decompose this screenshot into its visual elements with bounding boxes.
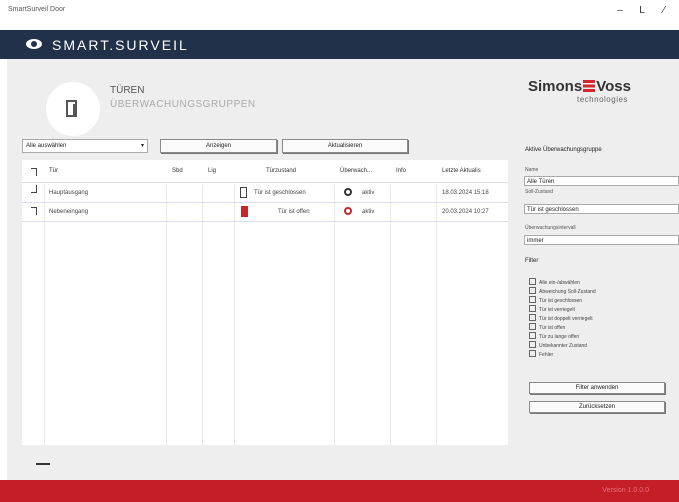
filter-label: Tür ist geschlossen (539, 298, 583, 304)
col-header-ueberwachung[interactable]: Überwach... (340, 168, 372, 174)
logo-part1: Simons (528, 78, 583, 95)
row-divider (22, 221, 508, 222)
filter-label: Alle ein-/abwählen (539, 280, 580, 286)
col-header-letzte[interactable]: Letzte Aktualis (442, 168, 481, 174)
checkbox-icon (529, 332, 536, 339)
simonsvoss-logo: Simons Voss (528, 78, 631, 95)
door-tile[interactable] (46, 82, 100, 136)
checkbox-icon (529, 305, 536, 312)
window-title: SmartSurveil Door (8, 6, 66, 13)
filter-checkbox[interactable]: Abweichung Soll-Zustand (529, 287, 596, 295)
filter-label: Tür ist doppelt verriegelt (539, 316, 593, 322)
chevron-down-icon: ▾ (140, 143, 144, 149)
interval-select[interactable]: immer (524, 235, 679, 245)
filter-checkbox[interactable]: Tür ist geschlossen (529, 296, 582, 304)
logo-subtitle: technologies (577, 95, 628, 104)
row-divider (22, 202, 508, 203)
last-update: 20.03.2024 10:27 (442, 209, 489, 215)
filter-label: Filter (525, 258, 539, 264)
checkbox-icon (529, 350, 536, 357)
filter-checkbox[interactable]: Tür ist offen (529, 323, 565, 331)
brand-name: SMART.SURVEIL (52, 37, 189, 53)
filter-label: Tür ist offen (539, 325, 566, 331)
version-text: Version 1.0.0.0 (602, 487, 649, 494)
column-divider (436, 185, 437, 445)
filter-checkbox[interactable]: Alle ein-/abwählen (529, 278, 580, 286)
panel-title: Aktive Überwachungsgruppe (525, 147, 602, 153)
col-header-status[interactable]: Türzustand (266, 168, 296, 174)
filter-label: Tür zu lange offen (539, 334, 580, 340)
checkbox-icon (529, 278, 536, 285)
filter-checkbox[interactable]: Tür zu lange offen (529, 332, 579, 340)
logo-mark-icon (583, 80, 596, 92)
checkbox-icon (529, 341, 536, 348)
group-select-value: Alle auswählen (26, 143, 67, 149)
status-label: Soll-Zustand (525, 189, 554, 195)
section-title: TÜREN (110, 85, 145, 96)
logo-part2: Voss (596, 78, 631, 95)
header-select-icon[interactable] (31, 168, 37, 176)
row-select-icon[interactable] (31, 185, 37, 193)
reset-filter-button[interactable]: Zurücksetzen (529, 401, 665, 413)
checkbox-icon (529, 296, 536, 303)
checkbox-icon (529, 323, 536, 330)
column-divider (234, 185, 235, 445)
filter-checkbox[interactable]: Unbekannter Zustand (529, 341, 587, 349)
monitoring-status: aktiv (362, 209, 375, 215)
status-select[interactable]: Tür ist geschlossen (524, 204, 679, 214)
doors-table: Tür Sbd Lig Türzustand Überwach... Info … (22, 160, 508, 445)
col-header-info[interactable]: Info (396, 168, 406, 174)
column-divider (44, 185, 45, 445)
door-status-text: Tür ist geschlossen (254, 190, 306, 196)
filter-label: Tür ist verriegelt (539, 307, 575, 313)
ring-icon (344, 188, 352, 196)
filter-checkbox[interactable]: Tür ist verriegelt (529, 305, 575, 313)
checkbox-icon (529, 314, 536, 321)
interval-label: Überwachungsintervall (525, 225, 576, 231)
col-header-sbd[interactable]: Sbd (172, 168, 183, 174)
col-header-lig[interactable]: Lig (208, 168, 216, 174)
row-select-icon[interactable] (31, 207, 37, 215)
collapse-handle[interactable] (36, 463, 50, 465)
group-select[interactable]: Alle auswählen ▾ (22, 139, 148, 153)
footer-bar: Version 1.0.0.0 (0, 480, 679, 502)
minimize-button[interactable]: – (612, 4, 628, 18)
column-divider (202, 185, 203, 445)
monitoring-status: aktiv (362, 190, 375, 196)
apply-filter-button[interactable]: Filter anwenden (529, 382, 665, 394)
col-header-tuer[interactable]: Tür (49, 168, 58, 174)
brand-bar: SMART.SURVEIL (0, 30, 679, 59)
column-divider (166, 185, 167, 445)
door-closed-icon (240, 187, 247, 198)
refresh-button[interactable]: Aktualisieren (282, 139, 408, 153)
filter-label: Unbekannter Zustand (539, 343, 588, 349)
name-select-value: Alle Türen (527, 179, 555, 185)
ring-icon (344, 207, 352, 215)
status-select-value: Tür ist geschlossen (527, 207, 579, 213)
checkbox-icon (529, 287, 536, 294)
door-open-icon (241, 206, 248, 217)
interval-select-value: immer (527, 238, 544, 244)
maximize-button[interactable]: L (634, 4, 650, 18)
close-button[interactable]: ⁄ (656, 4, 672, 18)
filter-label: Abweichung Soll-Zustand (539, 289, 596, 295)
door-status-text: Tür ist offen (278, 209, 310, 215)
show-button[interactable]: Anzeigen (160, 139, 277, 153)
column-divider (390, 185, 391, 445)
eye-icon (26, 39, 42, 49)
section-subtitle[interactable]: ÜBERWACHUNGSGRUPPEN (110, 99, 256, 110)
name-label: Name (525, 167, 539, 173)
door-name[interactable]: Hauptausgang (49, 190, 88, 196)
title-bar: SmartSurveil Door – L ⁄ (0, 0, 679, 24)
header-divider (22, 182, 508, 183)
name-select[interactable]: Alle Türen (524, 176, 679, 186)
filter-label: Fehler (539, 352, 554, 358)
column-divider (334, 185, 335, 445)
last-update: 18.03.2024 15:18 (442, 190, 489, 196)
door-name[interactable]: Nebeneingang (49, 209, 88, 215)
door-icon (66, 100, 77, 117)
filter-checkbox[interactable]: Fehler (529, 350, 553, 358)
filter-checkbox[interactable]: Tür ist doppelt verriegelt (529, 314, 593, 322)
